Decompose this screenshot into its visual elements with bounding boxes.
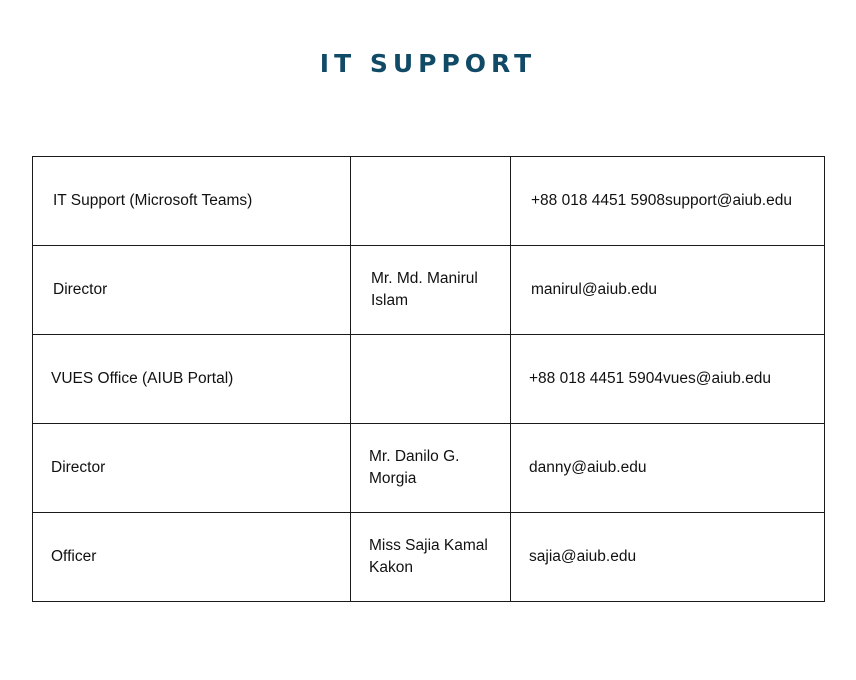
table-row: VUES Office (AIUB Portal) +88 018 4451 5… — [32, 334, 825, 424]
contact-cell: danny@aiub.edu — [510, 423, 825, 513]
contact-table: IT Support (Microsoft Teams) +88 018 445… — [32, 156, 825, 602]
role-cell: Officer — [32, 512, 351, 602]
role-cell: VUES Office (AIUB Portal) — [32, 334, 351, 424]
role-cell: IT Support (Microsoft Teams) — [32, 156, 351, 246]
table-row: Director Mr. Danilo G. Morgia danny@aiub… — [32, 423, 825, 513]
name-cell — [350, 334, 511, 424]
name-cell: Mr. Danilo G. Morgia — [350, 423, 511, 513]
contact-text[interactable]: danny@aiub.edu — [511, 457, 824, 479]
name-cell: Mr. Md. Manirul Islam — [350, 245, 511, 335]
contact-text[interactable]: +88 018 4451 5904vues@aiub.edu — [511, 368, 824, 390]
role-cell: Director — [32, 423, 351, 513]
contact-cell: +88 018 4451 5904vues@aiub.edu — [510, 334, 825, 424]
contact-text[interactable]: manirul@aiub.edu — [511, 279, 824, 301]
role-text: VUES Office (AIUB Portal) — [51, 370, 234, 387]
contact-cell: manirul@aiub.edu — [510, 245, 825, 335]
role-text: Director — [51, 459, 106, 476]
contact-text[interactable]: sajia@aiub.edu — [511, 546, 824, 568]
contact-cell: sajia@aiub.edu — [510, 512, 825, 602]
table-row: Director Mr. Md. Manirul Islam manirul@a… — [32, 245, 825, 335]
role-text: Officer — [51, 548, 97, 565]
name-text: Miss Sajia Kamal Kakon — [369, 537, 488, 576]
name-text: Mr. Md. Manirul Islam — [371, 270, 478, 309]
role-cell: Director — [32, 245, 351, 335]
name-text: Mr. Danilo G. Morgia — [369, 448, 460, 487]
role-text: IT Support (Microsoft Teams) — [53, 192, 253, 209]
contact-text[interactable]: +88 018 4451 5908support@aiub.edu — [511, 190, 824, 212]
name-cell: Miss Sajia Kamal Kakon — [350, 512, 511, 602]
contact-cell: +88 018 4451 5908support@aiub.edu — [510, 156, 825, 246]
page-title: IT SUPPORT — [319, 49, 537, 78]
table-row: Officer Miss Sajia Kamal Kakon sajia@aiu… — [32, 512, 825, 602]
name-cell — [350, 156, 511, 246]
role-text: Director — [53, 281, 108, 298]
table-row: IT Support (Microsoft Teams) +88 018 445… — [32, 156, 825, 246]
